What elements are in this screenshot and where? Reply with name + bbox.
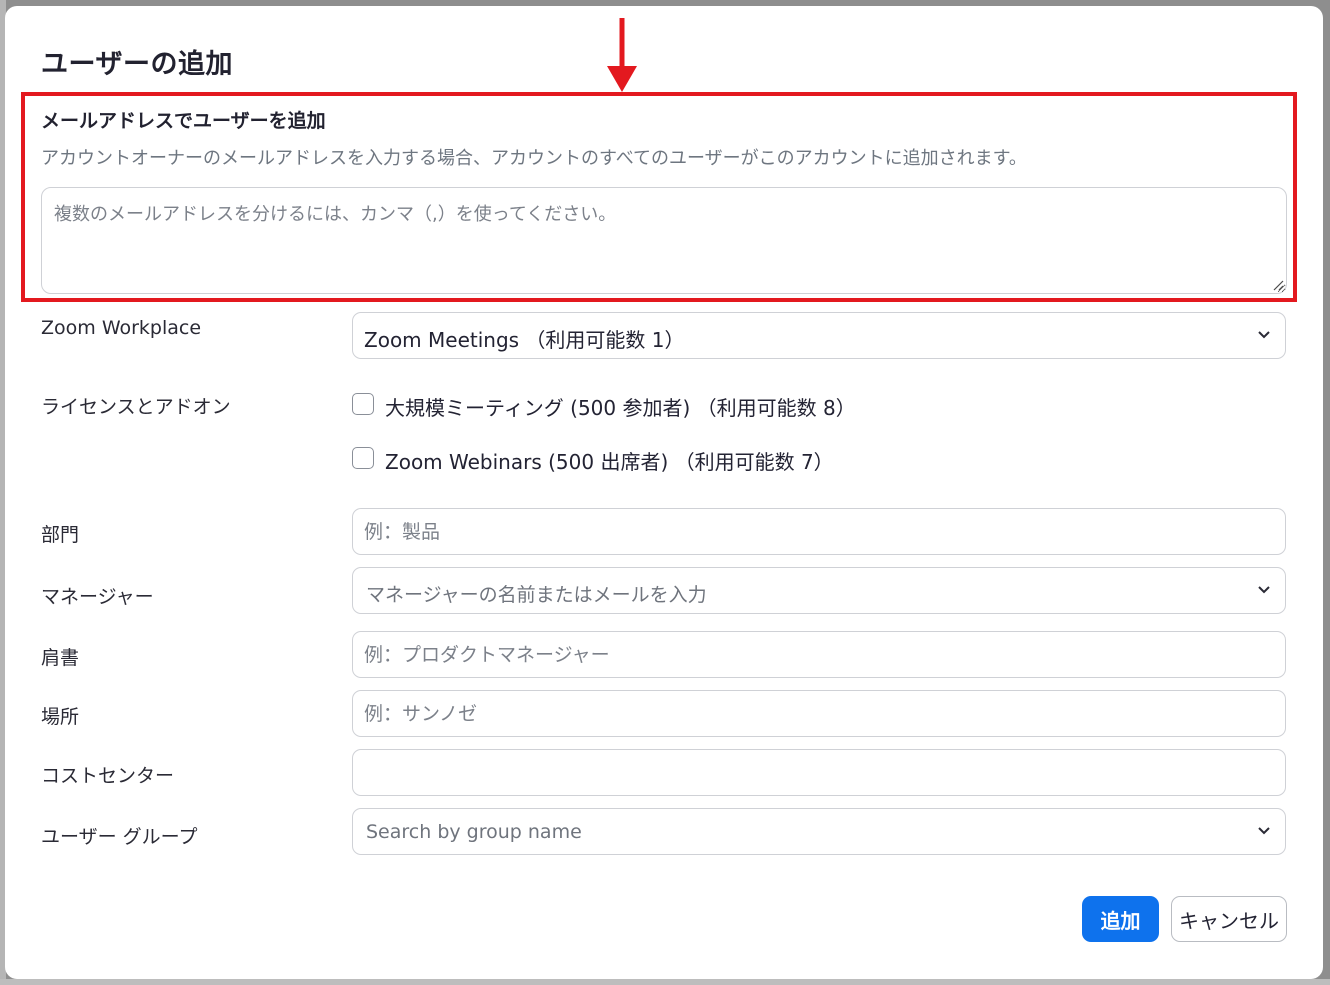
cost-center-field [352,749,1286,796]
manager-placeholder: マネージャーの名前またはメールを入力 [366,584,707,606]
chevron-down-icon [1258,586,1270,594]
email-section-heading: メールアドレスでユーザーを追加 [41,110,326,132]
chevron-down-icon [1258,827,1270,835]
workplace-selected-value: Zoom Meetings （利用可能数 1） [364,328,685,352]
webinars-label: Zoom Webinars (500 出席者) （利用可能数 7） [385,450,834,474]
resize-grip-icon[interactable] [1272,279,1284,291]
location-field [352,690,1286,737]
cancel-button[interactable]: キャンセル [1171,896,1287,942]
email-section-description: アカウントオーナーのメールアドレスを入力する場合、アカウントのすべてのユーザーが… [41,148,1027,169]
red-arrow-down-icon [607,18,637,92]
dialog-title: ユーザーの追加 [41,49,233,80]
cost-center-label: コストセンター [41,765,175,787]
workplace-select[interactable]: Zoom Meetings （利用可能数 1） [352,312,1286,359]
cost-center-input[interactable] [353,750,1224,795]
job-title-input[interactable] [353,632,1224,677]
location-label: 場所 [41,706,80,728]
licenses-label: ライセンスとアドオン [41,396,231,418]
department-input[interactable] [353,509,1224,554]
location-input[interactable] [353,691,1224,736]
user-group-label: ユーザー グループ [41,826,198,848]
user-group-placeholder: Search by group name [366,821,582,843]
add-user-dialog: ユーザーの追加 メールアドレスでユーザーを追加 アカウントオーナーのメールアドレ… [5,6,1323,979]
email-addresses-textarea[interactable] [41,187,1287,294]
webinars-checkbox[interactable] [352,447,374,469]
job-title-label: 肩書 [41,647,80,669]
job-title-field [352,631,1286,678]
manager-label: マネージャー [41,586,154,608]
large-meeting-label: 大規模ミーティング (500 参加者) （利用可能数 8） [385,396,856,420]
department-label: 部門 [41,524,80,546]
chevron-down-icon [1258,331,1270,339]
manager-select[interactable]: マネージャーの名前またはメールを入力 [352,567,1286,614]
backdrop-bottom-edge [0,979,1330,985]
workplace-label: Zoom Workplace [41,317,202,339]
department-field [352,508,1286,555]
user-group-select[interactable]: Search by group name [352,808,1286,855]
add-button[interactable]: 追加 [1082,896,1159,942]
large-meeting-checkbox[interactable] [352,393,374,415]
